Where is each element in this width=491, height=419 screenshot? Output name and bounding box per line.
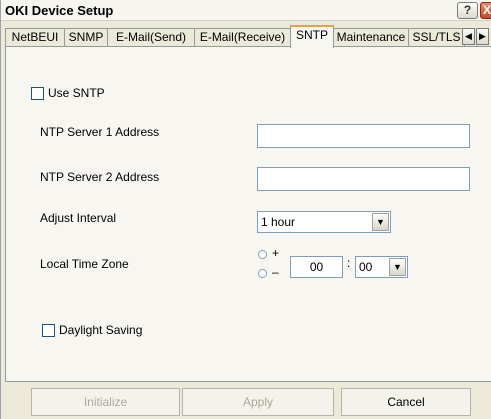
daylight-saving-checkbox[interactable] [42,324,55,337]
adjust-interval-select[interactable]: 1 hour ▼ [257,211,391,233]
tab-email-receive[interactable]: E-Mail(Receive) [194,28,291,47]
adjust-interval-dropdown-button[interactable]: ▼ [372,213,389,231]
tab-scroll-left-button[interactable]: ◀ [462,28,475,45]
chevron-down-icon: ▼ [393,262,402,272]
title-bar: OKI Device Setup ? X [1,0,491,21]
close-icon: X [482,3,491,17]
use-sntp-label: Use SNTP [48,86,105,100]
adjust-interval-label: Adjust Interval [40,211,117,225]
window-title: OKI Device Setup [5,3,114,18]
ntp-server-1-label: NTP Server 1 Address [40,125,160,139]
daylight-saving-label: Daylight Saving [59,323,143,337]
apply-button[interactable]: Apply [182,388,334,416]
arrow-left-icon: ◀ [465,31,472,41]
ntp-server-1-input[interactable] [257,124,470,148]
adjust-interval-value: 1 hour [261,215,296,229]
device-setup-window: OKI Device Setup ? X NetBEUI SNMP E-Mail… [0,0,491,419]
tab-maintenance[interactable]: Maintenance [333,28,409,47]
tab-scroll-right-button[interactable]: ▶ [476,28,489,45]
tab-sntp[interactable]: SNTP [290,25,334,48]
timezone-hours-input[interactable]: 00 [290,256,343,278]
timezone-minutes-select[interactable]: 00 ▼ [355,256,408,278]
timezone-minutes-value: 00 [359,260,373,274]
tab-netbeui[interactable]: NetBEUI [5,28,65,47]
tab-email-send[interactable]: E-Mail(Send) [107,28,195,47]
chevron-down-icon: ▼ [376,217,385,227]
timezone-plus-label: + [272,246,280,260]
ntp-server-2-input[interactable] [257,167,470,191]
timezone-minutes-dropdown-button[interactable]: ▼ [389,258,406,276]
help-icon: ? [463,3,472,17]
arrow-right-icon: ▶ [479,31,486,41]
timezone-minus-radio[interactable] [258,269,267,278]
timezone-minus-label: – [272,265,279,279]
initialize-button[interactable]: Initialize [31,388,180,416]
tab-snmp[interactable]: SNMP [64,28,108,47]
ntp-server-2-label: NTP Server 2 Address [40,170,160,184]
tab-strip: NetBEUI SNMP E-Mail(Send) E-Mail(Receive… [5,25,491,48]
tab-ssl-tls[interactable]: SSL/TLS [408,28,465,47]
time-separator: : [347,256,351,270]
timezone-plus-radio[interactable] [258,250,267,259]
local-time-zone-label: Local Time Zone [40,257,129,271]
use-sntp-checkbox[interactable] [31,87,44,100]
close-button[interactable]: X [480,2,491,19]
cancel-button[interactable]: Cancel [341,388,471,416]
sntp-page: Use SNTP NTP Server 1 Address NTP Server… [5,46,491,382]
dialog-button-bar: Initialize Apply Cancel [1,384,491,419]
help-button[interactable]: ? [457,2,478,19]
